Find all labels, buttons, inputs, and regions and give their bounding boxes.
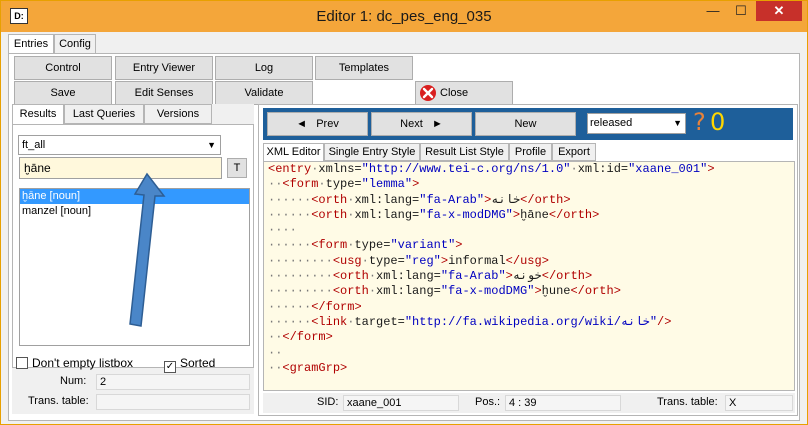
- tab-entries[interactable]: Entries: [8, 34, 54, 55]
- xml-line: ··<gramGrp>: [268, 360, 348, 375]
- sid-value: xaane_001: [343, 395, 459, 411]
- window-title: Editor 1: dc_pes_eng_035: [316, 8, 492, 25]
- next-label: Next: [400, 118, 423, 130]
- xml-line: ······</form>: [268, 299, 362, 314]
- right-pane: ◄ Prev Next ► New released ▼ ? 0 XML Edi…: [258, 104, 798, 416]
- xml-line: ······<form·type="variant">: [268, 238, 463, 253]
- transliteration-button[interactable]: T: [227, 158, 247, 178]
- sorted-label: Sorted: [180, 356, 216, 370]
- sorted-checkbox-row[interactable]: ✓ Sorted: [164, 356, 215, 373]
- maximize-button[interactable]: ☐: [728, 1, 754, 21]
- arrow-left-icon: ◄: [296, 118, 308, 130]
- trans-table-label: Trans. table:: [657, 396, 718, 408]
- tab-result-list-style[interactable]: Result List Style: [420, 143, 509, 161]
- status-select-value: released: [590, 117, 633, 129]
- status-select[interactable]: released ▼: [587, 113, 686, 134]
- xml-line: ······<orth·xml:lang="fa-x-modDMG">ḫāne<…: [268, 207, 600, 222]
- prev-button[interactable]: ◄ Prev: [267, 112, 368, 136]
- sid-label: SID:: [317, 396, 339, 408]
- new-entry-button[interactable]: New: [475, 112, 576, 136]
- num-value: 2: [96, 374, 250, 390]
- navigation-bar: ◄ Prev Next ► New released ▼ ? 0: [263, 108, 793, 140]
- editor-status-bar: SID: xaane_001 Pos.: 4 : 39 Trans. table…: [263, 393, 795, 413]
- chevron-down-icon: ▼: [673, 118, 682, 128]
- save-button[interactable]: Save: [14, 81, 112, 105]
- xml-line: ··: [268, 345, 283, 360]
- count-badge: 0: [710, 108, 726, 136]
- num-label: Num:: [60, 375, 87, 387]
- next-button[interactable]: Next ►: [371, 112, 472, 136]
- dont-empty-checkbox-row[interactable]: Don't empty listbox: [16, 356, 133, 370]
- annotation-arrow-icon: [129, 172, 166, 327]
- xml-line: ······<link·target="http://fa.wikipedia.…: [268, 314, 672, 329]
- trans-table-label: Trans. table:: [28, 395, 89, 407]
- tab-single-entry-style[interactable]: Single Entry Style: [324, 143, 420, 161]
- tab-last-queries[interactable]: Last Queries: [64, 104, 144, 124]
- xml-line: ··<form·type="lemma">: [268, 177, 420, 192]
- xml-line: <entry·xmlns="http://www.tei-c.org/ns/1.…: [268, 162, 715, 176]
- dont-empty-label: Don't empty listbox: [32, 356, 133, 370]
- help-icon[interactable]: ?: [693, 108, 706, 136]
- xml-line: ·········<orth·xml:lang="fa-Arab">خونه</…: [268, 269, 593, 284]
- pos-label: Pos.:: [475, 396, 501, 408]
- pos-value: 4 : 39: [505, 395, 621, 411]
- trans-table-value: [96, 394, 250, 410]
- title-bar[interactable]: D: Editor 1: dc_pes_eng_035 — ☐ ✕: [1, 1, 807, 32]
- tab-results[interactable]: Results: [12, 104, 64, 125]
- validate-button[interactable]: Validate: [215, 81, 313, 105]
- control-button[interactable]: Control: [14, 56, 112, 80]
- templates-button[interactable]: Templates: [315, 56, 413, 80]
- dont-empty-checkbox[interactable]: [16, 357, 28, 369]
- xml-editor[interactable]: <entry·xmlns="http://www.tei-c.org/ns/1.…: [263, 161, 795, 391]
- arrow-right-icon: ►: [431, 118, 443, 130]
- xml-line: ·········<usg·type="reg">informal</usg>: [268, 253, 549, 268]
- query-select[interactable]: ft_all ▼: [18, 135, 221, 155]
- xml-line: ·········<orth·xml:lang="fa-x-modDMG">ḫu…: [268, 284, 621, 299]
- tab-config[interactable]: Config: [54, 34, 96, 54]
- close-x-icon: [420, 85, 436, 101]
- entry-viewer-button[interactable]: Entry Viewer: [115, 56, 213, 80]
- tab-versions[interactable]: Versions: [144, 104, 212, 124]
- log-button[interactable]: Log: [215, 56, 313, 80]
- trans-table-value: X: [725, 395, 793, 411]
- edit-senses-button[interactable]: Edit Senses: [115, 81, 213, 105]
- tab-export[interactable]: Export: [552, 143, 596, 161]
- tab-profile[interactable]: Profile: [509, 143, 552, 161]
- close-window-button[interactable]: ✕: [756, 1, 802, 21]
- close-program-button[interactable]: Close Program: [415, 81, 513, 121]
- xml-line: ··</form>: [268, 330, 333, 345]
- tab-xml-editor[interactable]: XML Editor: [263, 143, 324, 162]
- xml-line: ····: [268, 223, 297, 238]
- minimize-button[interactable]: —: [700, 1, 726, 21]
- sorted-checkbox[interactable]: ✓: [164, 361, 176, 373]
- prev-label: Prev: [316, 118, 339, 130]
- xml-line: ······<orth·xml:lang="fa-Arab">خانه</ort…: [268, 192, 571, 207]
- chevron-down-icon: ▼: [207, 140, 216, 150]
- query-select-value: ft_all: [22, 139, 46, 151]
